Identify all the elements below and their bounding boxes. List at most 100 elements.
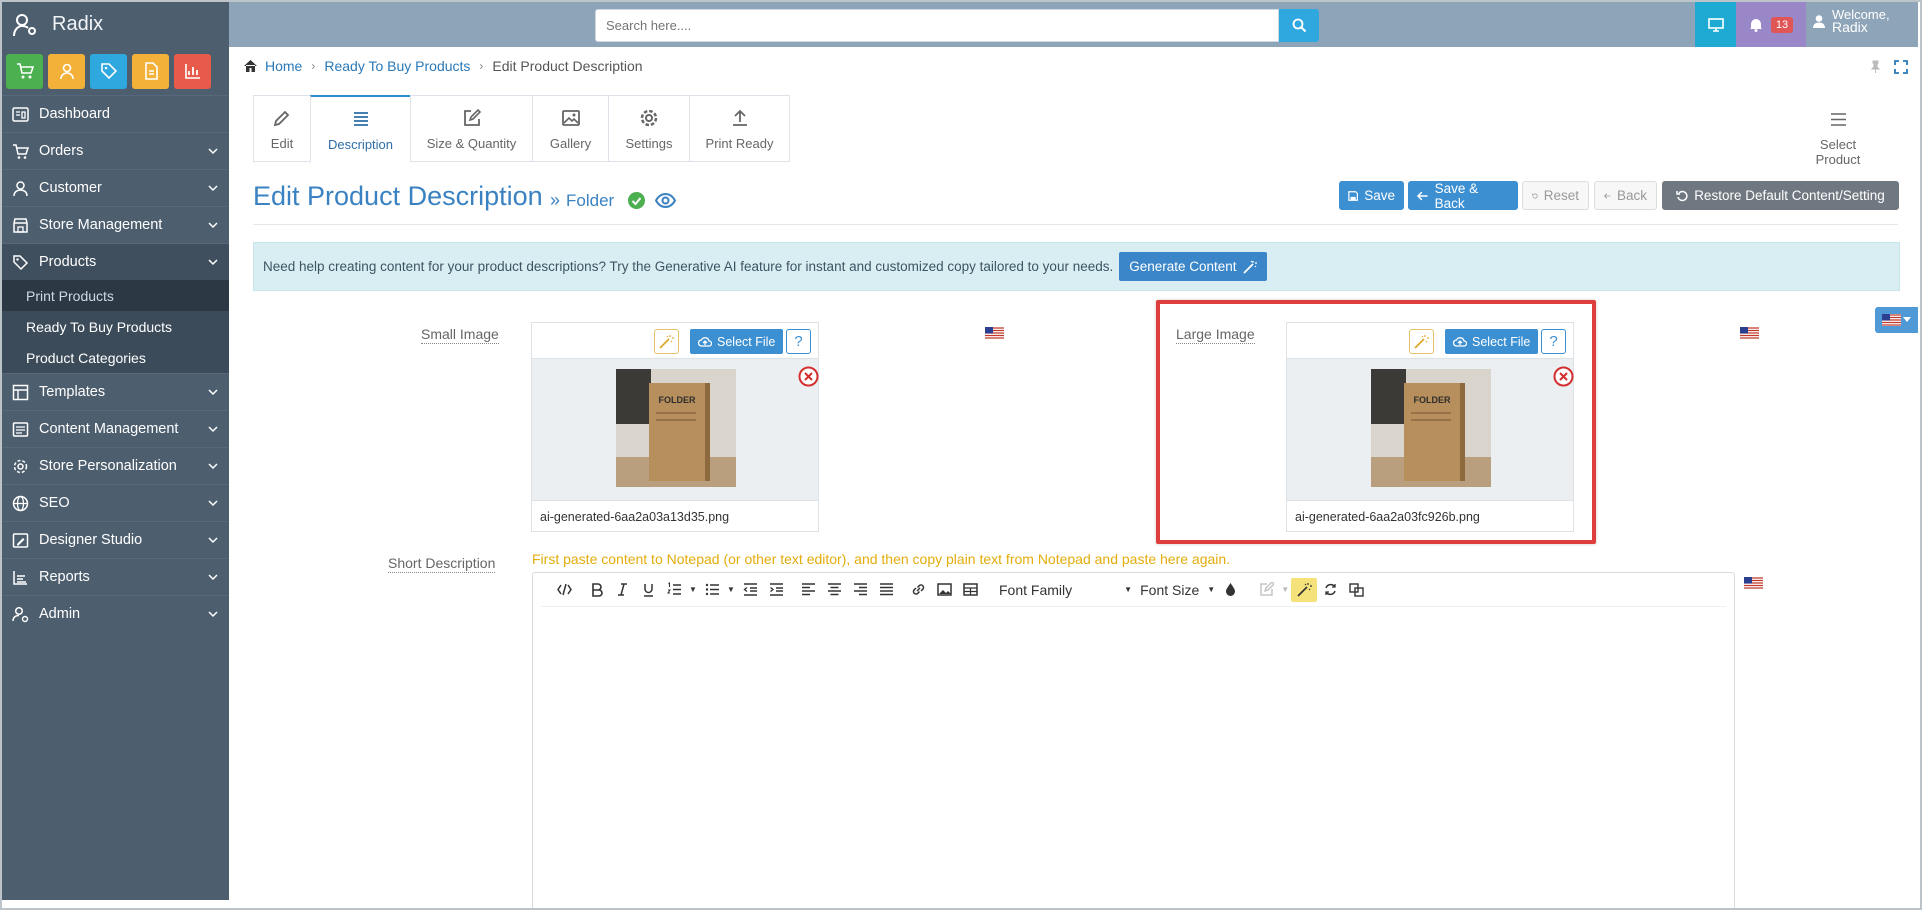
language-toggle[interactable] xyxy=(1875,307,1918,333)
font-size-value: Font Size xyxy=(1140,581,1200,598)
notification-count-badge: 13 xyxy=(1770,16,1794,33)
pin-icon[interactable] xyxy=(1869,60,1882,73)
quick-document-button[interactable] xyxy=(132,53,169,89)
user-menu[interactable]: Welcome, Radix xyxy=(1812,8,1890,34)
tab-print-ready[interactable]: Print Ready xyxy=(689,95,790,162)
link-button[interactable] xyxy=(905,578,931,602)
eye-icon[interactable] xyxy=(655,190,677,211)
breadcrumb-ready-to-buy[interactable]: Ready To Buy Products xyxy=(324,58,470,74)
globe-icon xyxy=(10,493,30,513)
back-button[interactable]: Back xyxy=(1594,181,1657,210)
page-title: Edit Product Description xyxy=(253,181,543,211)
rewrite-button[interactable] xyxy=(1317,578,1343,602)
select-file-label: Select File xyxy=(717,334,776,349)
eraser-button[interactable] xyxy=(1253,578,1279,602)
select-file-button[interactable]: Select File xyxy=(690,329,784,354)
sidebar-subitem-product-categories[interactable]: Product Categories xyxy=(2,342,229,373)
sidebar-item-admin[interactable]: Admin xyxy=(2,595,229,632)
align-right-button[interactable] xyxy=(847,578,873,602)
help-button[interactable]: ? xyxy=(786,329,811,354)
code-view-button[interactable] xyxy=(551,578,577,602)
sidebar-item-label: SEO xyxy=(39,495,70,511)
folder-thumbnail: FOLDER xyxy=(616,369,736,487)
align-center-button[interactable] xyxy=(821,578,847,602)
bullet-list-button[interactable] xyxy=(699,578,725,602)
quick-orders-button[interactable] xyxy=(6,53,43,89)
product-name: Folder xyxy=(566,190,615,210)
outdent-button[interactable] xyxy=(737,578,763,602)
us-flag-icon[interactable] xyxy=(1740,327,1759,339)
chevron-down-icon xyxy=(208,611,218,618)
short-description-editor[interactable]: ▼ ▼ Font Family ▼ Font Size ▼ ▼ xyxy=(532,572,1735,910)
arrow-left-icon xyxy=(1604,192,1611,199)
chevron-down-icon xyxy=(208,426,218,433)
underline-button[interactable] xyxy=(635,578,661,602)
ai-image-button[interactable] xyxy=(654,329,679,354)
notifications-button[interactable]: 13 xyxy=(1736,2,1806,47)
sidebar-item-orders[interactable]: Orders xyxy=(2,132,229,169)
ordered-list-button[interactable] xyxy=(661,578,687,602)
sidebar-item-products[interactable]: Products xyxy=(2,243,229,280)
brand[interactable]: Radix xyxy=(2,2,229,47)
tab-size-quantity[interactable]: Size & Quantity xyxy=(410,95,533,162)
sidebar-item-reports[interactable]: Reports xyxy=(2,558,229,595)
align-left-button[interactable] xyxy=(795,578,821,602)
topbar: 13 Welcome, Radix xyxy=(229,2,1918,47)
sidebar-item-content-management[interactable]: Content Management xyxy=(2,410,229,447)
font-size-select[interactable]: Font Size xyxy=(1134,578,1205,602)
sidebar-item-label: Store Management xyxy=(39,217,163,233)
sidebar-item-customer[interactable]: Customer xyxy=(2,169,229,206)
tab-settings[interactable]: Settings xyxy=(608,95,690,162)
ai-write-button[interactable] xyxy=(1291,577,1318,602)
sidebar-item-dashboard[interactable]: Dashboard xyxy=(2,95,229,132)
fullscreen-icon[interactable] xyxy=(1894,60,1908,74)
save-button[interactable]: Save xyxy=(1339,181,1404,210)
sidebar-item-store-personalization[interactable]: Store Personalization xyxy=(2,447,229,484)
caret-down-icon[interactable]: ▼ xyxy=(1279,578,1291,602)
caret-down-icon[interactable]: ▼ xyxy=(1122,578,1134,602)
sidebar-item-templates[interactable]: Templates xyxy=(2,373,229,410)
remove-image-icon[interactable] xyxy=(798,366,819,387)
sidebar-subitem-print-products[interactable]: Print Products xyxy=(2,280,229,311)
monitor-button[interactable] xyxy=(1695,2,1736,47)
translate-button[interactable] xyxy=(1343,578,1369,602)
tab-edit[interactable]: Edit xyxy=(253,95,311,162)
us-flag-icon[interactable] xyxy=(1744,577,1763,589)
tab-gallery[interactable]: Gallery xyxy=(532,95,609,162)
quick-customer-button[interactable] xyxy=(48,53,85,89)
insert-table-button[interactable] xyxy=(957,578,983,602)
sidebar-item-designer-studio[interactable]: Designer Studio xyxy=(2,521,229,558)
save-back-button[interactable]: Save & Back xyxy=(1408,181,1518,211)
italic-button[interactable] xyxy=(609,578,635,602)
search-button[interactable] xyxy=(1279,9,1319,42)
generate-content-button[interactable]: Generate Content xyxy=(1119,252,1267,281)
insert-image-button[interactable] xyxy=(931,578,957,602)
caret-down-icon[interactable]: ▼ xyxy=(725,578,737,602)
reset-button[interactable]: Reset xyxy=(1522,181,1589,210)
quick-products-button[interactable] xyxy=(90,53,127,89)
bold-button[interactable] xyxy=(583,578,609,602)
sidebar-subitem-ready-to-buy[interactable]: Ready To Buy Products xyxy=(2,311,229,342)
font-family-select[interactable]: Font Family xyxy=(993,578,1078,602)
sidebar-item-seo[interactable]: SEO xyxy=(2,484,229,521)
restore-default-label: Restore Default Content/Setting xyxy=(1694,188,1885,203)
cloud-upload-icon xyxy=(698,336,712,347)
caret-down-icon[interactable]: ▼ xyxy=(1205,578,1217,602)
select-product-button[interactable]: Select Product xyxy=(1796,110,1880,167)
restore-default-button[interactable]: Restore Default Content/Setting xyxy=(1662,181,1899,210)
breadcrumb-separator-icon: › xyxy=(311,59,316,73)
text-color-button[interactable] xyxy=(1217,578,1243,602)
quick-reports-button[interactable] xyxy=(174,53,211,89)
us-flag-icon[interactable] xyxy=(985,327,1004,339)
indent-button[interactable] xyxy=(763,578,789,602)
breadcrumb-separator-icon: › xyxy=(479,59,484,73)
sidebar-item-store-management[interactable]: Store Management xyxy=(2,206,229,243)
tab-description[interactable]: Description xyxy=(310,95,411,163)
justify-button[interactable] xyxy=(873,578,899,602)
outdent-icon xyxy=(742,583,757,596)
breadcrumb-home[interactable]: Home xyxy=(265,58,302,74)
image-icon xyxy=(936,583,952,596)
refresh-icon xyxy=(1325,583,1336,596)
search-input[interactable] xyxy=(595,9,1279,42)
caret-down-icon[interactable]: ▼ xyxy=(687,578,699,602)
